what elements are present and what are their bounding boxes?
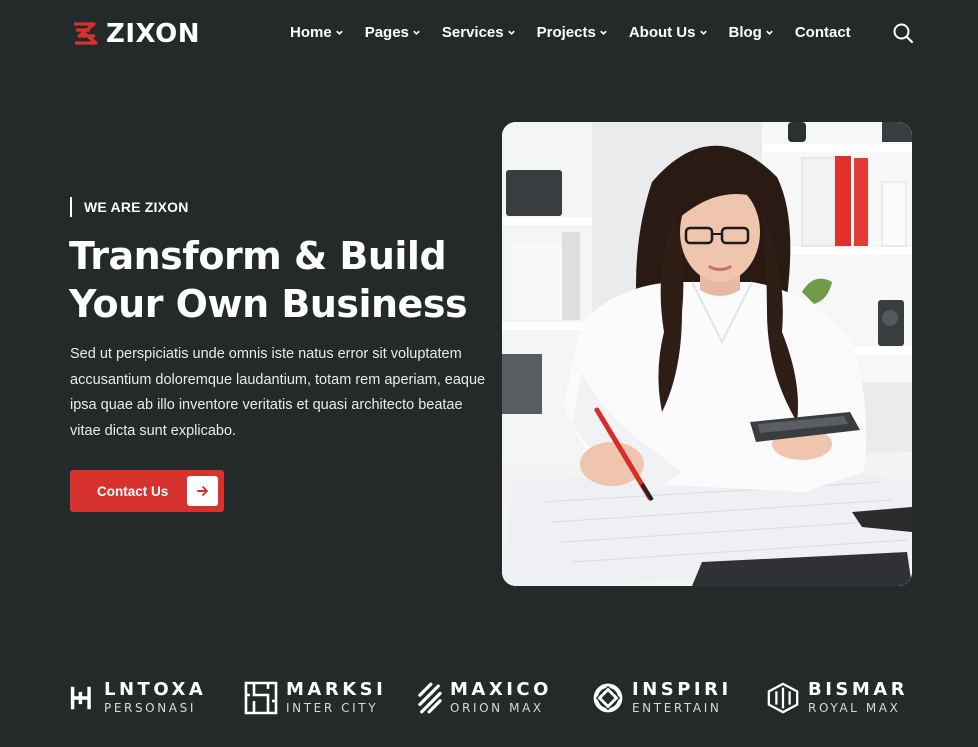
contact-us-button-label: Contact Us xyxy=(97,483,169,499)
nav-item-home[interactable]: Home xyxy=(290,24,344,41)
arrow-right-icon xyxy=(187,476,218,506)
nav-item-about-us[interactable]: About Us xyxy=(629,24,708,41)
nav-item-services[interactable]: Services xyxy=(442,24,516,41)
site-header: ZIXON Home Pages Services Projects About… xyxy=(0,0,978,70)
brand-logo[interactable]: ZIXON xyxy=(70,19,200,49)
hero-title-line-2: Your Own Business xyxy=(69,282,468,326)
bismar-logo-icon xyxy=(767,682,799,714)
partner-tagline: ROYAL MAX xyxy=(808,701,901,715)
nav-item-label: Contact xyxy=(794,24,851,41)
nav-item-label: Home xyxy=(290,24,332,41)
marksi-logo-icon xyxy=(244,681,278,715)
nav-item-label: Blog xyxy=(728,24,762,41)
nav-item-label: Projects xyxy=(536,24,596,41)
nav-item-pages[interactable]: Pages xyxy=(365,24,421,41)
partner-name: LNTOXA xyxy=(104,679,207,700)
partner-inspiri[interactable]: INSPIRI ENTERTAIN xyxy=(592,676,732,720)
chevron-down-icon xyxy=(335,30,343,35)
main-nav: Home Pages Services Projects About Us Bl… xyxy=(290,24,872,41)
brand-name: ZIXON xyxy=(106,19,201,49)
nav-item-label: Services xyxy=(441,24,504,41)
partner-logos: LNTOXA PERSONASI MARKSI INTER CITY MAXIC… xyxy=(0,676,978,720)
nav-item-blog[interactable]: Blog xyxy=(729,24,774,41)
woman-working-with-calculator-photo xyxy=(502,122,912,586)
partner-name: BISMAR xyxy=(808,679,909,700)
hero-description: Sed ut perspiciatis unde omnis iste natu… xyxy=(70,346,486,439)
partner-tagline: ORION MAX xyxy=(450,701,544,715)
maxico-logo-icon xyxy=(418,682,442,714)
partner-lntoxa[interactable]: LNTOXA PERSONASI xyxy=(70,676,206,720)
chevron-down-icon xyxy=(413,30,420,35)
partner-maxico[interactable]: MAXICO ORION MAX xyxy=(418,676,552,720)
hero-title-line-1: Transform & Build xyxy=(69,234,447,278)
partner-bismar[interactable]: BISMAR ROYAL MAX xyxy=(766,676,908,720)
hero-title: Transform & Build Your Own Business xyxy=(69,232,499,328)
partner-name: INSPIRI xyxy=(632,679,732,700)
hero-photo xyxy=(502,122,912,586)
nav-item-label: Pages xyxy=(364,24,409,41)
partner-name: MAXICO xyxy=(450,679,552,700)
chevron-down-icon xyxy=(699,30,707,35)
partner-name: MARKSI xyxy=(286,679,387,700)
chevron-down-icon xyxy=(600,30,607,35)
chevron-down-icon xyxy=(507,30,515,35)
partner-tagline: INTER CITY xyxy=(286,701,379,715)
partner-tagline: ENTERTAIN xyxy=(632,701,722,715)
hero-eyebrow: WE ARE ZIXON xyxy=(70,197,189,217)
nav-item-projects[interactable]: Projects xyxy=(537,24,608,41)
search-icon[interactable] xyxy=(892,22,914,44)
chevron-down-icon xyxy=(766,30,773,35)
nav-item-contact[interactable]: Contact xyxy=(795,24,851,41)
partner-tagline: PERSONASI xyxy=(104,701,196,715)
nav-item-label: About Us xyxy=(628,24,696,41)
zixon-logo-icon xyxy=(74,22,98,45)
partner-marksi[interactable]: MARKSI INTER CITY xyxy=(244,676,386,720)
contact-us-button[interactable]: Contact Us xyxy=(70,470,224,512)
inspiri-logo-icon xyxy=(593,683,623,713)
lntoxa-logo-icon xyxy=(70,686,91,710)
